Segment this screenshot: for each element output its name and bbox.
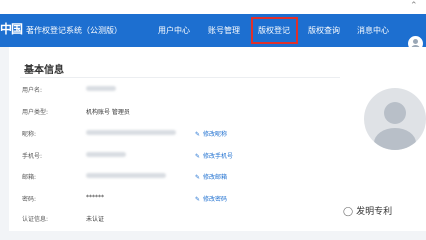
- top-navbar: 中国 著作权登记系统（公测版） 用户中心 账号管理 版权登记 版权查询 消息中心: [0, 14, 426, 51]
- top-strip: ⌃: [0, 0, 426, 14]
- nickname-value: [86, 130, 176, 135]
- pencil-icon: ✎: [195, 196, 201, 203]
- section-title: 基本信息: [24, 65, 64, 76]
- username-value: [86, 86, 116, 91]
- password-label: 密码:: [22, 196, 37, 203]
- edit-phone-link[interactable]: ✎ 修改手机号: [195, 151, 233, 160]
- pencil-icon: ✎: [195, 131, 201, 138]
- highlight-box: [251, 17, 298, 44]
- system-title: 著作权登记系统（公测版）: [26, 26, 122, 35]
- divider: [20, 77, 340, 78]
- email-label: 邮箱:: [22, 174, 37, 181]
- certification-label: 认证信息:: [22, 216, 49, 223]
- email-value: [86, 173, 166, 178]
- pencil-icon: ✎: [195, 174, 201, 181]
- user-type-value: 机构账号 管理员: [86, 109, 130, 116]
- nickname-label: 昵称:: [22, 131, 37, 138]
- site-logo[interactable]: 中国: [0, 20, 23, 37]
- watermark: ◯ 发明专利: [343, 207, 393, 217]
- wechat-icon: ◯: [343, 207, 354, 217]
- certification-value: 未认证: [86, 216, 105, 223]
- nav-user-center[interactable]: 用户中心: [158, 25, 190, 36]
- edit-email-link[interactable]: ✎ 修改邮箱: [195, 172, 227, 181]
- chevron-up-icon[interactable]: ⌃: [410, 0, 418, 12]
- edit-nickname-link[interactable]: ✎ 修改昵称: [195, 129, 227, 138]
- password-value: ******: [86, 194, 104, 201]
- phone-label: 手机号:: [22, 153, 43, 160]
- user-type-label: 用户类型:: [22, 109, 49, 116]
- edit-password-link[interactable]: ✎ 修改密码: [195, 194, 227, 203]
- nav-account-management[interactable]: 账号管理: [208, 25, 240, 36]
- nav-copyright-query[interactable]: 版权查询: [308, 25, 340, 36]
- nav-message-center[interactable]: 消息中心: [357, 25, 389, 36]
- username-label: 用户名:: [22, 87, 43, 94]
- phone-value: [86, 152, 126, 157]
- pencil-icon: ✎: [195, 153, 201, 160]
- profile-avatar[interactable]: [364, 88, 426, 150]
